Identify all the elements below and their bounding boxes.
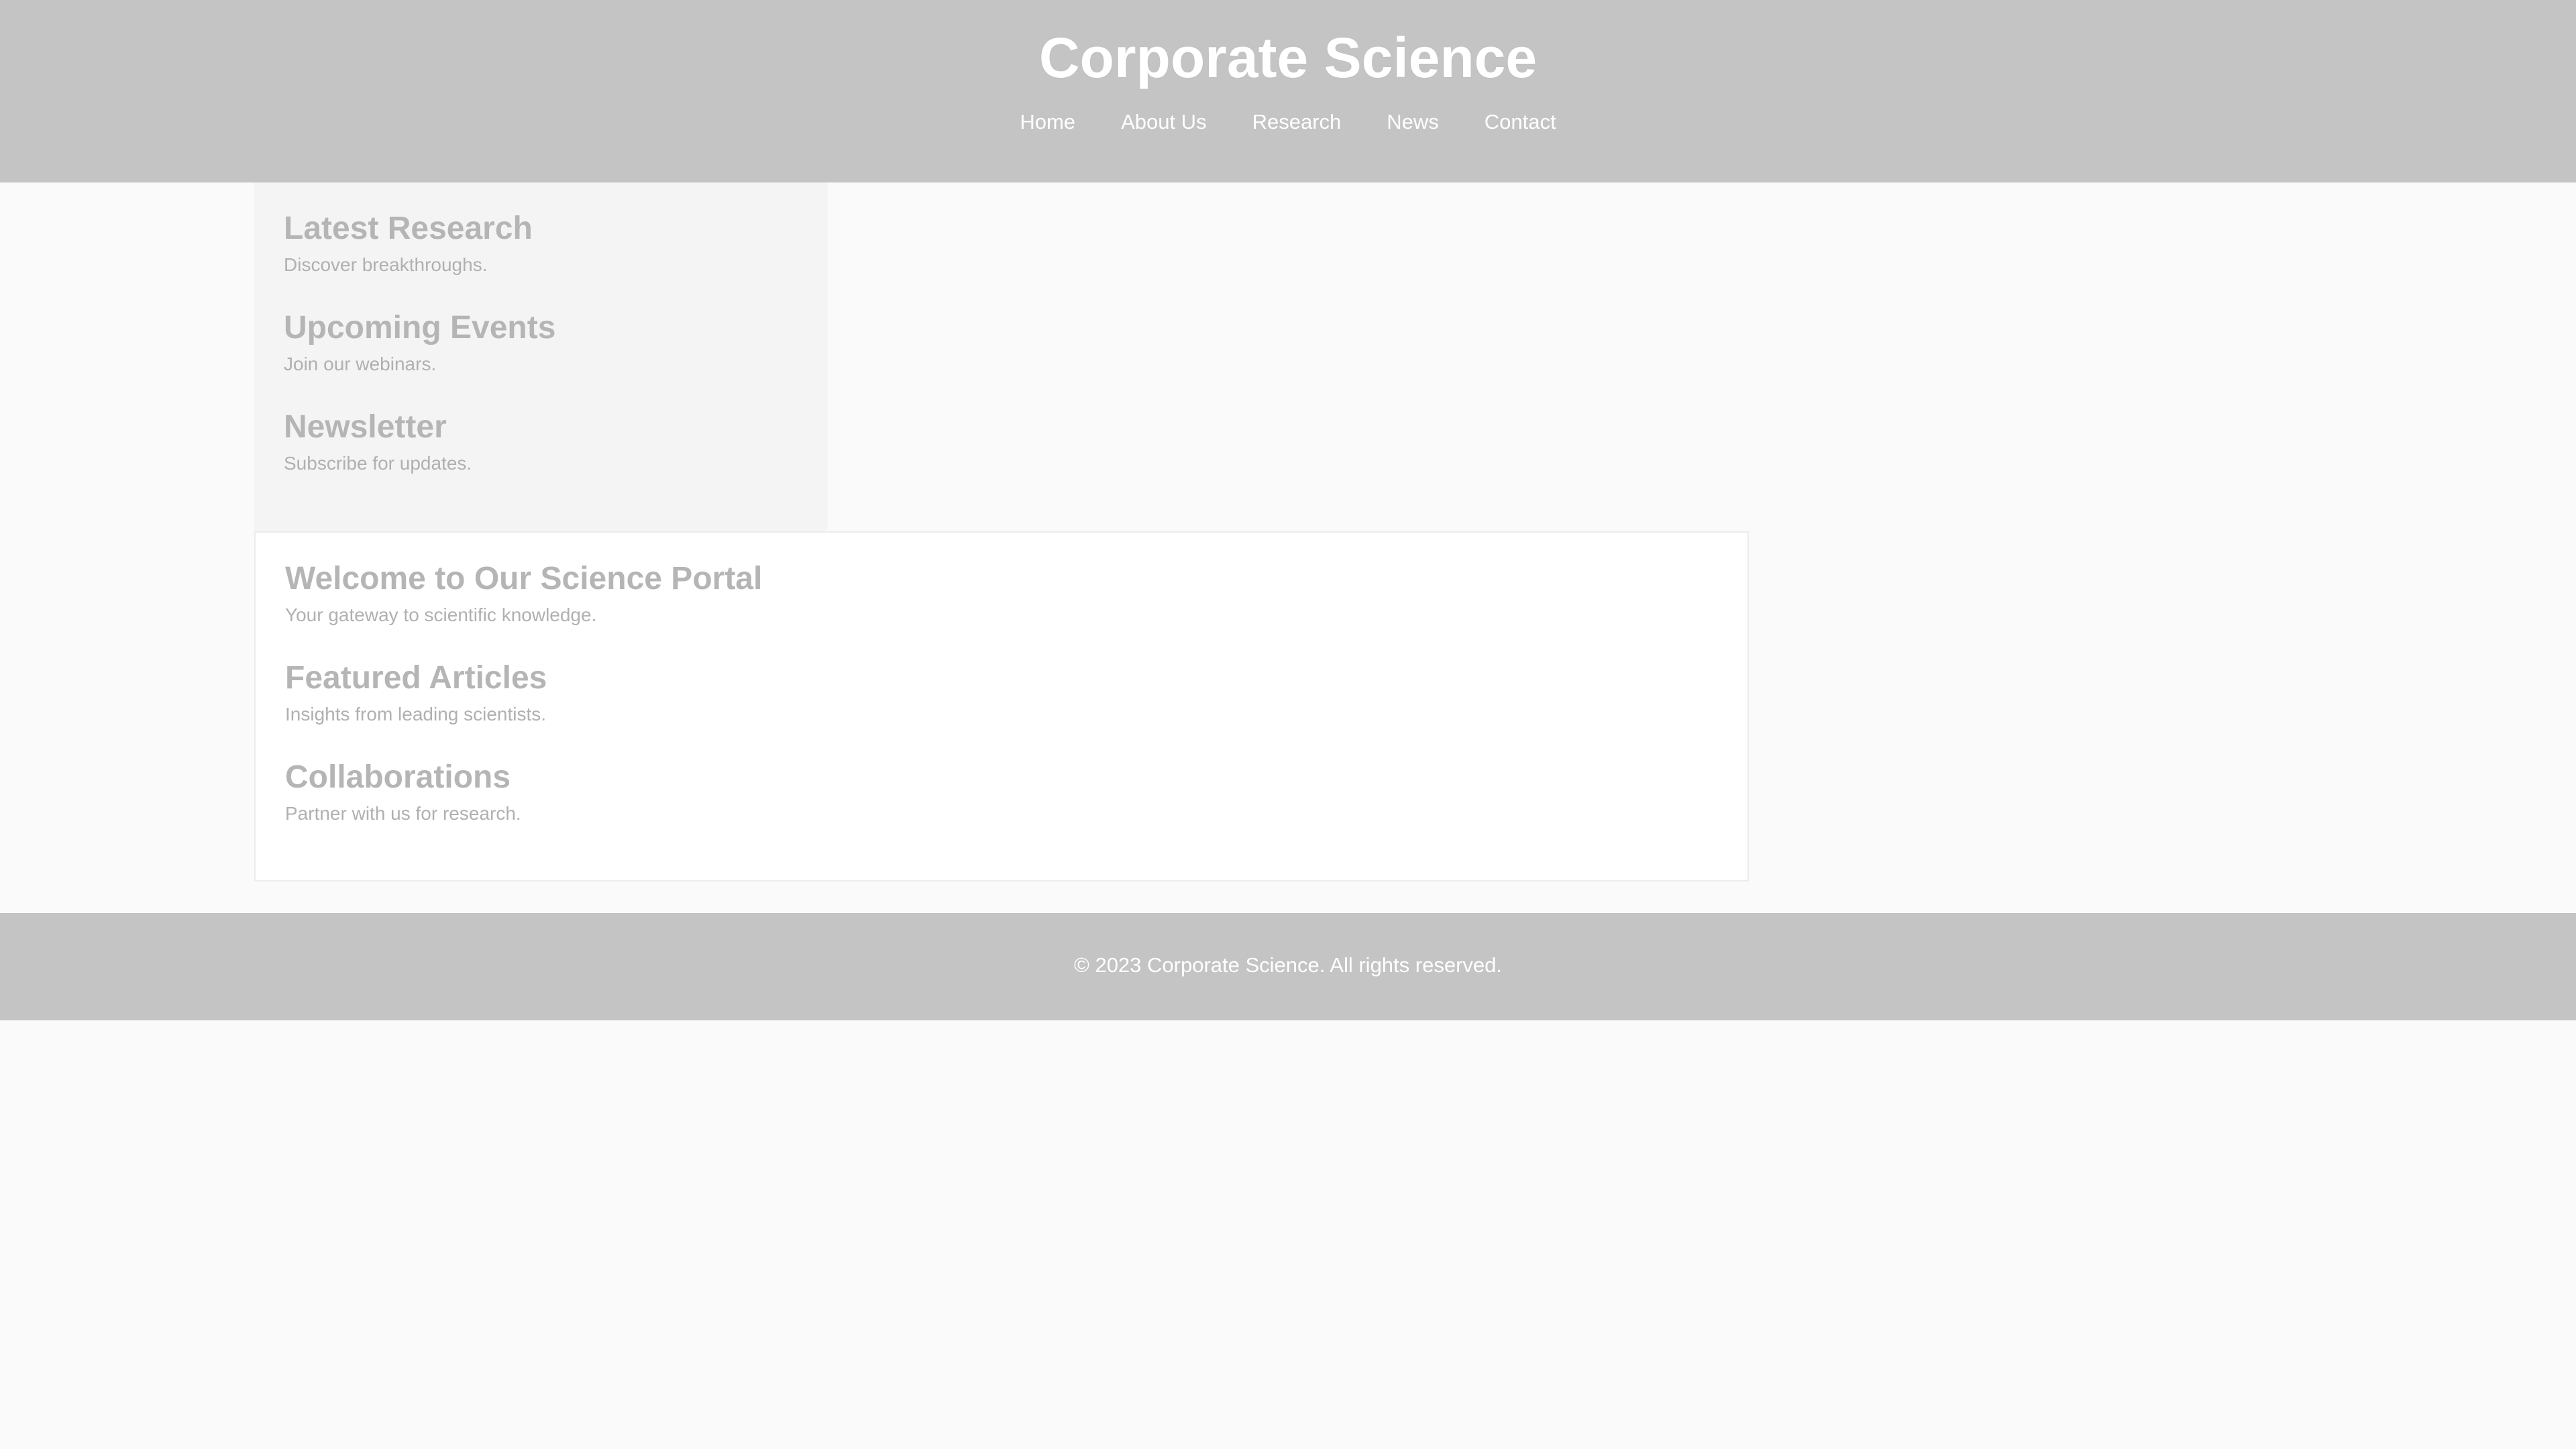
section-heading: Newsletter [284, 409, 447, 445]
site-title: Corporate Science [1038, 26, 1538, 89]
section-text: Your gateway to scientific knowledge. [285, 604, 597, 625]
nav-link-home[interactable]: Home [1020, 106, 1075, 138]
sidebar-section-latest-research: Latest Research Discover breakthroughs. [284, 209, 533, 276]
section-heading: Upcoming Events [284, 310, 556, 345]
section-heading: Latest Research [284, 211, 533, 246]
section-text: Join our webinars. [284, 354, 437, 374]
site-footer: © 2023 Corporate Science. All rights res… [0, 913, 2576, 1020]
nav-link-about-us[interactable]: About Us [1121, 106, 1207, 138]
section-heading: Featured Articles [285, 660, 547, 696]
section-heading: Collaborations [285, 759, 511, 795]
main-content: Welcome to Our Science Portal Your gatew… [254, 531, 1749, 881]
section-text: Discover breakthroughs. [284, 254, 488, 275]
section-text: Partner with us for research. [285, 803, 521, 824]
sidebar-section-newsletter: Newsletter Subscribe for updates. [284, 408, 472, 475]
main-section-collaborations: Collaborations Partner with us for resea… [285, 758, 521, 825]
main-section-welcome: Welcome to Our Science Portal Your gatew… [285, 559, 762, 627]
section-heading: Welcome to Our Science Portal [285, 561, 763, 596]
main-nav: Home About Us Research News Contact [0, 106, 2576, 138]
sidebar: Latest Research Discover breakthroughs. … [254, 182, 825, 531]
nav-link-contact[interactable]: Contact [1485, 106, 1556, 138]
section-text: Subscribe for updates. [284, 453, 472, 474]
copyright-text: © 2023 Corporate Science. All rights res… [1074, 953, 1502, 977]
main-section-featured-articles: Featured Articles Insights from leading … [285, 659, 547, 726]
sidebar-section-upcoming-events: Upcoming Events Join our webinars. [284, 309, 555, 376]
site-header: Corporate Science Home About Us Research… [0, 0, 2576, 182]
nav-link-news[interactable]: News [1387, 106, 1439, 138]
section-text: Insights from leading scientists. [285, 704, 547, 724]
nav-link-research[interactable]: Research [1252, 106, 1342, 138]
